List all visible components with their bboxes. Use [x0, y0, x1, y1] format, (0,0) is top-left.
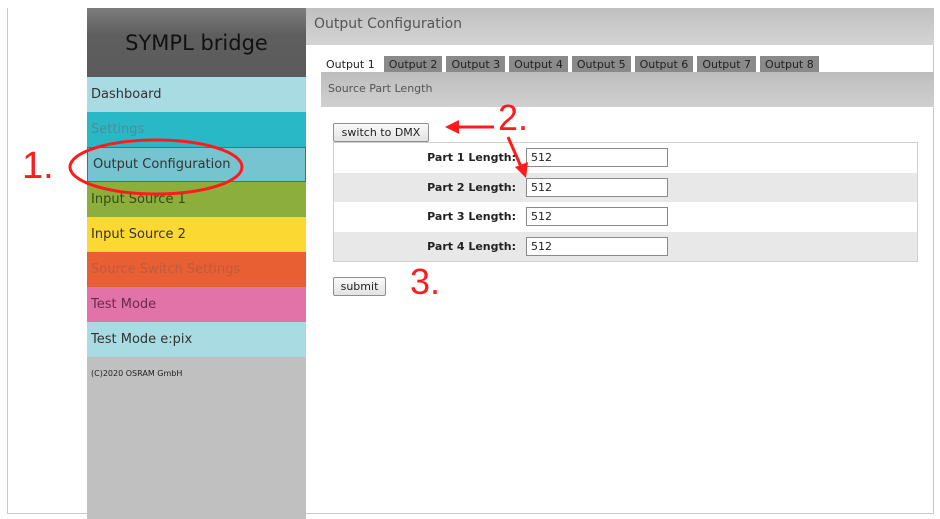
form-row-part-4: Part 4 Length: [334, 231, 917, 261]
nav-input-source-2[interactable]: Input Source 2 [87, 217, 306, 252]
switch-to-dmx-button[interactable]: switch to DMX [333, 123, 429, 142]
nav-test-mode-epix[interactable]: Test Mode e:pix [87, 322, 306, 357]
part-3-label: Part 3 Length: [427, 210, 516, 223]
nav-dashboard[interactable]: Dashboard [87, 77, 306, 112]
tab-output-4[interactable]: Output 4 [509, 56, 568, 72]
main-panel: Output Configuration Output 1 Output 2 O… [306, 8, 934, 514]
tab-output-7[interactable]: Output 7 [697, 56, 757, 72]
form-row-part-3: Part 3 Length: [334, 202, 917, 232]
part-length-form: Part 1 Length: Part 2 Length: Part 3 Len… [333, 142, 918, 262]
nav-output-configuration[interactable]: Output Configuration [87, 147, 306, 182]
part-1-length-input[interactable] [526, 148, 668, 167]
step-2-label: 2. [498, 97, 529, 138]
part-4-length-input[interactable] [526, 236, 668, 256]
form-row-part-2: Part 2 Length: [334, 172, 917, 202]
tab-output-2[interactable]: Output 2 [383, 56, 443, 72]
submit-button[interactable]: submit [333, 277, 386, 296]
tab-output-5[interactable]: Output 5 [571, 56, 631, 72]
step-3-label: 3. [410, 261, 441, 302]
step-1-label: 1. [22, 145, 54, 187]
output-tabs: Output 1 Output 2 Output 3 Output 4 Outp… [321, 56, 823, 72]
copyright-text: (C)2020 OSRAM GmbH [91, 369, 183, 378]
tab-output-3[interactable]: Output 3 [446, 56, 506, 72]
nav-input-source-1[interactable]: Input Source 1 [87, 182, 306, 217]
tab-output-1[interactable]: Output 1 [321, 56, 380, 72]
sidebar: SYMPL bridge Dashboard Settings Output C… [87, 8, 306, 519]
section-title: Source Part Length [321, 72, 934, 107]
tab-output-6[interactable]: Output 6 [634, 56, 694, 72]
form-row-part-1: Part 1 Length: [334, 143, 917, 173]
nav-settings[interactable]: Settings [87, 112, 306, 147]
page-title: Output Configuration [306, 8, 934, 45]
part-3-length-input[interactable] [526, 207, 668, 226]
part-4-label: Part 4 Length: [427, 239, 516, 253]
nav-source-switch-settings[interactable]: Source Switch Settings [87, 252, 306, 287]
part-2-length-input[interactable] [526, 177, 668, 197]
part-1-label: Part 1 Length: [427, 151, 516, 164]
tab-output-8[interactable]: Output 8 [760, 56, 819, 72]
brand-title: SYMPL bridge [87, 8, 306, 77]
nav-test-mode[interactable]: Test Mode [87, 287, 306, 322]
part-2-label: Part 2 Length: [427, 180, 516, 194]
